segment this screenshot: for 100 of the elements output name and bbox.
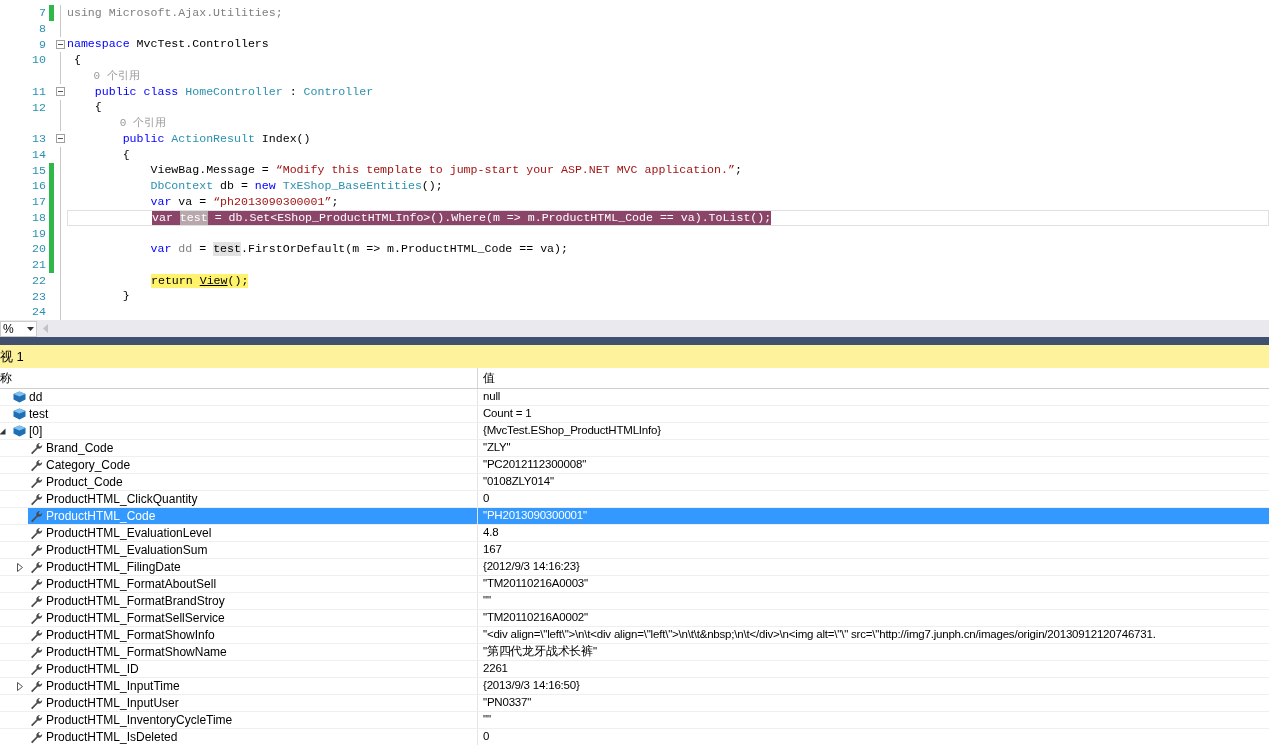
caret-icon	[27, 326, 34, 331]
collapse-icon[interactable]	[56, 39, 65, 49]
variable-value: Count = 1	[483, 406, 532, 422]
variable-name: ProductHTML_Code	[46, 508, 156, 525]
line-number: 15	[31, 164, 46, 177]
variable-name: ProductHTML_IsDeleted	[46, 729, 178, 745]
variable-name: ProductHTML_InputUser	[46, 695, 179, 712]
line-number: 22	[31, 274, 46, 287]
code-token: db =	[219, 179, 249, 194]
variable-value: {MvcTest.EShop_ProductHTMLInfo}	[483, 423, 661, 439]
variable-value: ""	[483, 593, 491, 609]
variable-name: Product_Code	[46, 474, 123, 491]
wrench-icon	[29, 526, 43, 540]
line-number: 12	[31, 101, 46, 114]
line-number: 18	[31, 211, 46, 224]
code-token: dd	[177, 242, 193, 257]
expanded-arrow-icon[interactable]	[0, 427, 6, 435]
code-token: .FirstOrDefault(m => m.ProductHTML_Code == va);	[240, 242, 568, 257]
variable-name: [0]	[29, 423, 43, 440]
collapsed-arrow-icon[interactable]	[16, 681, 23, 691]
wrench-icon	[29, 696, 43, 710]
code-token: va =	[177, 194, 208, 209]
code-token: var	[152, 210, 180, 225]
line-number: 19	[31, 227, 46, 240]
line-number: 20	[31, 243, 46, 255]
code-token: “ph2013090300001”	[213, 194, 332, 209]
variable-value: {2012/9/3 14:16:23}	[483, 559, 580, 575]
variable-name: ProductHTML_ClickQuantity	[46, 491, 198, 508]
variable-name: ProductHTML_FormatShowInfo	[46, 627, 215, 644]
cube-icon	[12, 408, 26, 420]
code-token: new	[254, 179, 276, 194]
code-token: using Microsoft.Ajax.Utilities;	[67, 5, 283, 20]
variable-value: "第四代龙牙战术长裤"	[483, 644, 597, 660]
line-number: 8	[38, 22, 46, 35]
variable-value: "<div align=\"left\">\n\t<div align=\"left\">\n\t\t&nbsp;\n\t</div>\n<img alt=\"\" src=\"http://img7.junph.cn/images/origin/20130912120746731.	[483, 627, 1156, 643]
code-token: ActionResult	[170, 131, 255, 146]
wrench-icon	[29, 458, 43, 472]
wrench-icon	[29, 713, 43, 727]
code-token: ;	[734, 163, 742, 178]
line-number: 21	[31, 259, 46, 271]
column-header[interactable]: 值	[478, 368, 1269, 388]
wrench-icon	[29, 560, 43, 574]
variable-name: test	[29, 406, 49, 423]
wrench-icon	[29, 730, 43, 744]
wrench-icon	[29, 594, 43, 608]
panel-title: 视 1	[0, 347, 24, 366]
code-token: = db.Set<EShop_ProductHTMLInfo>().Where(m => m.ProductHTML_Code == va).ToList();	[207, 210, 772, 225]
line-number: 23	[31, 290, 46, 303]
code-token: namespace	[67, 37, 130, 52]
code-token: var	[149, 242, 172, 257]
variable-name: dd	[29, 389, 43, 406]
column-header[interactable]: 称	[0, 368, 478, 388]
collapse-icon[interactable]	[56, 134, 65, 144]
wrench-icon	[29, 492, 43, 506]
variable-value: 4.8	[483, 525, 499, 541]
code-token: return	[151, 273, 200, 288]
variable-value: "PC2012112300008"	[483, 457, 587, 473]
variable-value: "TM20110216A0002"	[483, 610, 588, 626]
variable-value: "ZLY"	[483, 440, 511, 456]
code-token: {	[72, 53, 81, 68]
variable-name: ProductHTML_EvaluationSum	[46, 542, 208, 559]
variable-name: ProductHTML_InputTime	[46, 678, 180, 695]
wrench-icon	[29, 628, 43, 642]
variable-name: ProductHTML_FormatShowName	[46, 644, 227, 661]
wrench-icon	[29, 645, 43, 659]
collapse-icon[interactable]	[56, 87, 65, 97]
code-token: Index()	[260, 131, 311, 146]
code-token: test	[213, 242, 241, 257]
variable-name: Category_Code	[46, 457, 131, 474]
variable-name: Brand_Code	[46, 440, 114, 457]
wrench-icon	[29, 611, 43, 625]
code-token: ;	[331, 194, 339, 209]
variable-value: null	[483, 389, 501, 405]
variable-value: "PN0337"	[483, 695, 532, 711]
line-number: 9	[38, 38, 46, 51]
wrench-icon	[29, 475, 43, 489]
code-token: {	[93, 100, 102, 115]
zoom-dropdown[interactable]: %	[0, 320, 37, 337]
collapsed-arrow-icon[interactable]	[16, 562, 23, 572]
variable-value: 2261	[483, 661, 508, 677]
code-token: public	[121, 131, 165, 146]
variable-value: "TM20110216A0003"	[483, 576, 588, 592]
line-number: 24	[31, 306, 46, 318]
variable-name: ProductHTML_InventoryCycleTime	[46, 712, 233, 729]
line-number: 7	[38, 7, 46, 19]
code-token: View	[199, 273, 228, 288]
code-token: DbContext	[149, 179, 214, 194]
line-number: 10	[31, 54, 46, 66]
variable-value: 0	[483, 491, 490, 507]
line-number: 13	[31, 133, 46, 145]
wrench-icon	[29, 662, 43, 676]
cube-icon	[12, 425, 26, 437]
code-token: test	[179, 210, 208, 225]
code-token: MvcTest.Controllers	[135, 37, 269, 52]
code-token: var	[149, 194, 172, 209]
variable-name: ProductHTML_FormatBrandStroy	[46, 593, 225, 610]
cube-icon	[12, 391, 26, 403]
wrench-icon	[29, 509, 43, 523]
change-marker	[48, 5, 54, 21]
code-token: =	[198, 242, 208, 257]
